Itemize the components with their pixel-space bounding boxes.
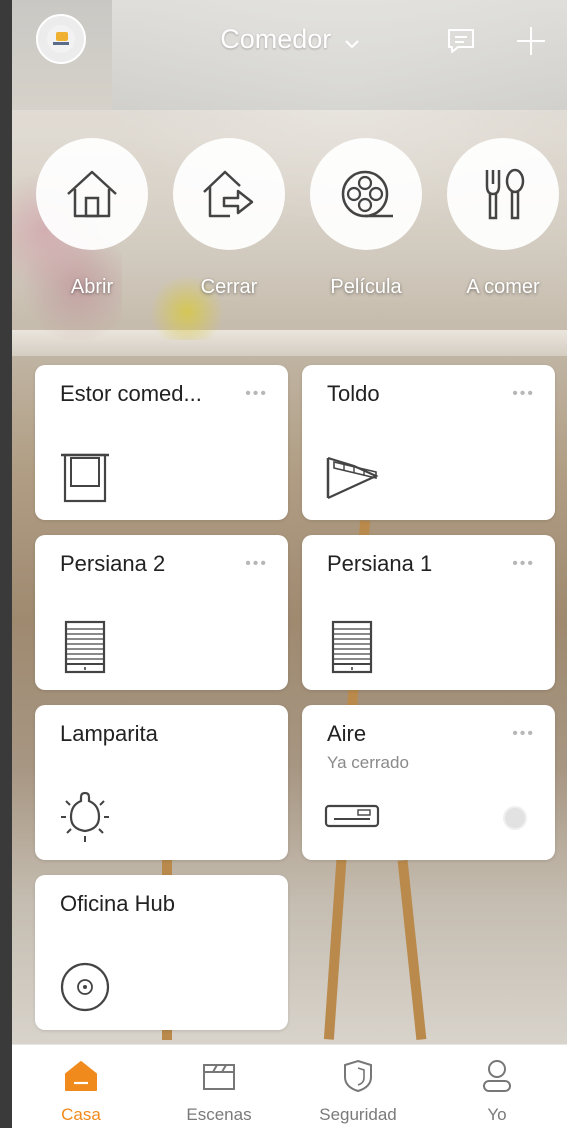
device-name: Estor comed... [60,381,202,406]
tab-casa[interactable]: Casa [12,1045,150,1128]
power-toggle[interactable] [503,806,527,830]
film-reel-icon [341,170,393,218]
scene-circle [173,138,285,250]
scene-pelicula[interactable]: Película [308,138,424,299]
awning-icon [324,449,380,505]
device-name: Persiana 2 [60,551,166,576]
scenes-tab-icon [202,1059,236,1093]
shutter-icon [57,619,113,675]
more-icon[interactable]: ••• [512,555,535,573]
device-card-oficina-hub[interactable]: Oficina Hub [35,875,288,1030]
tab-label: Yo [487,1105,507,1124]
tab-escenas[interactable]: Escenas [150,1045,288,1128]
home-tab-icon [64,1059,98,1093]
more-icon[interactable]: ••• [245,555,268,573]
device-name: Aire [327,721,367,746]
house-icon [67,170,117,218]
room-selector[interactable]: Comedor [12,24,567,56]
scene-circle [310,138,422,250]
more-icon[interactable]: ••• [512,385,535,403]
tab-label: Seguridad [319,1105,397,1124]
hub-icon [57,959,113,1015]
device-name: Lamparita [60,721,158,746]
device-name: Toldo [327,381,380,406]
more-icon[interactable]: ••• [245,385,268,403]
device-card-aire[interactable]: Aire Ya cerrado ••• [302,705,555,860]
fork-spoon-icon [485,168,525,220]
header: Comedor [12,0,567,82]
message-icon[interactable] [444,24,478,58]
scene-label: Cerrar [200,276,258,298]
house-exit-icon [203,170,254,218]
bulb-icon [57,789,113,845]
app-screen: Comedor Abrir Cerrar Película A comer Es… [12,0,567,1128]
scene-label: Abrir [70,276,114,298]
roller-blind-icon [57,449,113,505]
device-card-persiana-1[interactable]: Persiana 1 ••• [302,535,555,690]
device-name: Persiana 1 [327,551,433,576]
device-card-persiana-2[interactable]: Persiana 2 ••• [35,535,288,690]
scene-label: A comer [466,276,540,298]
scene-abrir[interactable]: Abrir [34,138,150,299]
scene-circle [36,138,148,250]
plus-icon[interactable] [514,24,548,58]
scene-cerrar[interactable]: Cerrar [171,138,287,299]
shutter-icon [324,619,380,675]
shield-icon [341,1059,375,1093]
air-conditioner-icon [324,789,380,845]
tab-label: Escenas [186,1105,252,1124]
tab-seguridad[interactable]: Seguridad [289,1045,427,1128]
chevron-down-icon [345,25,359,56]
tab-label: Casa [61,1105,101,1124]
device-name: Oficina Hub [60,891,175,916]
device-status: Ya cerrado [327,753,409,772]
user-icon [480,1059,514,1093]
scene-shortcuts: Abrir Cerrar Película A comer [12,138,567,308]
scene-a-comer[interactable]: A comer [445,138,561,299]
device-card-toldo[interactable]: Toldo ••• [302,365,555,520]
room-title: Comedor [220,24,332,54]
device-card-lamparita[interactable]: Lamparita [35,705,288,860]
tab-yo[interactable]: Yo [428,1045,566,1128]
scene-label: Película [330,276,402,298]
bottom-tab-bar: Casa Escenas Seguridad Yo [12,1044,567,1128]
scene-circle [447,138,559,250]
device-card-estor[interactable]: Estor comed... ••• [35,365,288,520]
more-icon[interactable]: ••• [512,725,535,743]
